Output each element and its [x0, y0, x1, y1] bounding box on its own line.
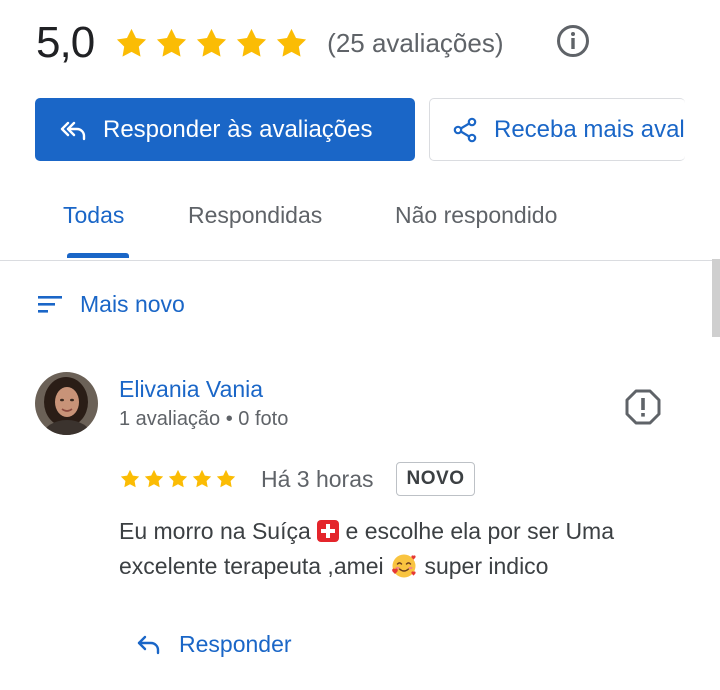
sort-icon [38, 296, 62, 313]
reply-label: Responder [179, 630, 292, 657]
reply-all-icon [60, 121, 86, 140]
rating-stars [114, 26, 309, 61]
sort-label: Mais novo [80, 290, 185, 317]
star-icon [168, 469, 188, 488]
star-icon [144, 469, 164, 488]
reply-to-reviews-button[interactable]: Responder às avaliações [35, 98, 415, 161]
smiling-face-with-hearts-emoji [392, 554, 416, 578]
avatar[interactable] [35, 372, 98, 435]
star-icon [120, 469, 140, 488]
rating-value: 5,0 [36, 18, 95, 67]
tab-unanswered[interactable]: Não respondido [395, 202, 557, 229]
report-icon[interactable] [624, 388, 662, 426]
tab-answered[interactable]: Respondidas [188, 202, 322, 229]
info-icon[interactable] [556, 24, 590, 58]
review-stars [119, 468, 237, 490]
star-icon [157, 28, 187, 57]
active-tab-indicator [67, 253, 129, 258]
reviewer-meta: 1 avaliação • 0 foto [119, 408, 289, 430]
star-icon [237, 28, 267, 57]
rating-summary: 5,0 (25 avaliações) [36, 14, 503, 72]
review-tabs: Todas Respondidas Não respondido [0, 180, 720, 261]
reviewer-name[interactable]: Elivania Vania [119, 376, 263, 403]
star-icon [192, 469, 212, 488]
review-text: Eu morro na Suíça e escolhe ela por ser … [119, 514, 679, 584]
tab-all[interactable]: Todas [63, 202, 124, 229]
reply-button[interactable]: Responder [135, 630, 292, 658]
share-icon [453, 117, 477, 142]
get-more-reviews-button[interactable]: Receba mais avaliações [429, 98, 685, 161]
scrollbar[interactable] [712, 259, 720, 337]
review-text-part-1: Eu morro na Suíça [119, 518, 318, 544]
reply-icon [137, 635, 160, 655]
get-more-reviews-label: Receba mais avaliações [494, 115, 685, 143]
star-icon [277, 28, 307, 57]
reviews-count: (25 avaliações) [327, 27, 504, 58]
swiss-flag-emoji [317, 520, 340, 542]
new-badge: NOVO [395, 462, 476, 496]
star-icon [216, 469, 236, 488]
review-text-part-3: super indico [418, 553, 549, 579]
review-time: Há 3 horas [261, 465, 374, 492]
star-icon [197, 28, 227, 57]
reply-to-reviews-label: Responder às avaliações [103, 115, 373, 143]
star-icon [117, 28, 147, 57]
review-rating-row: Há 3 horas NOVO [119, 460, 476, 498]
sort-button[interactable]: Mais novo [36, 290, 185, 318]
